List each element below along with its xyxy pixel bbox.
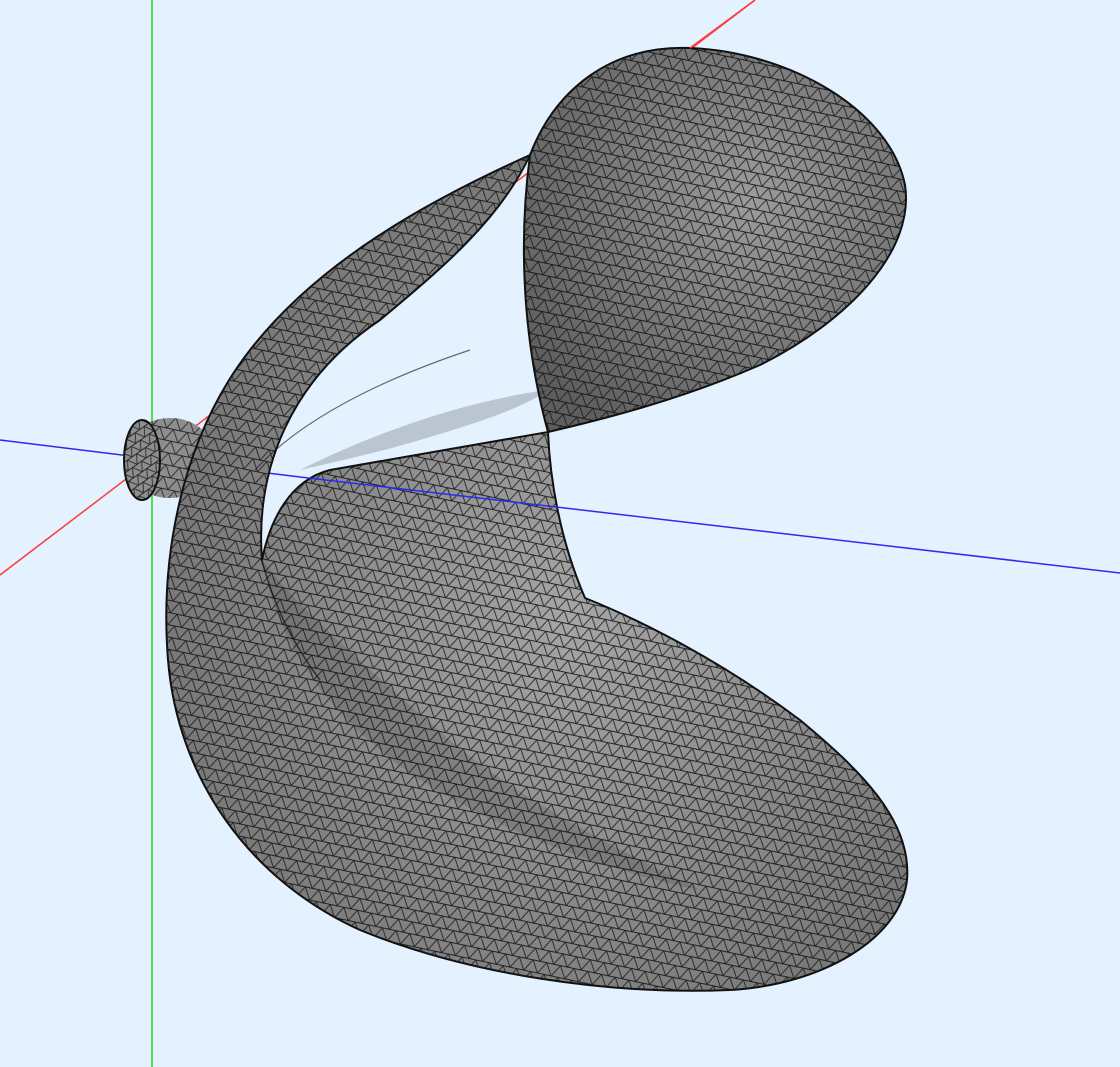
3d-viewport[interactable] (0, 0, 1120, 1067)
